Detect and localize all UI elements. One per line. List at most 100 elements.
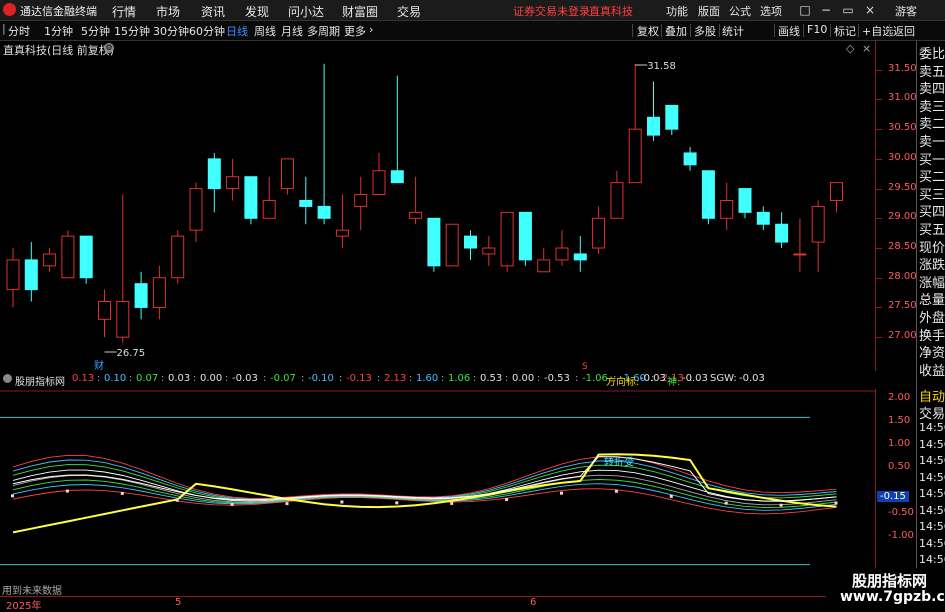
btn-back[interactable]: 返回 — [893, 23, 915, 39]
candle-body — [811, 205, 825, 243]
tab-1min[interactable]: 1分钟 — [44, 23, 73, 39]
menu-ask-xiaoda[interactable]: 问小达 — [288, 3, 324, 20]
god-label: 神: — [667, 377, 681, 388]
candle-body — [262, 199, 276, 219]
btn-mark[interactable]: 标记 — [834, 23, 856, 39]
menu-options[interactable]: 选项 — [760, 3, 782, 19]
indicator-chart[interactable]: 转折受 — [0, 389, 875, 594]
price-tick-label: 29.50 — [888, 181, 917, 193]
menu-news[interactable]: 资讯 — [201, 3, 225, 20]
message-icon[interactable]: □ — [797, 3, 813, 17]
btn-f10[interactable]: F10 — [807, 23, 827, 36]
indicator-axis: 2.00 1.50 1.00 0.50 -0.50 -1.00 -0.15 — [875, 389, 916, 594]
tab-monthly[interactable]: 月线 — [281, 23, 303, 39]
menu-formula[interactable]: 公式 — [729, 3, 751, 19]
price-tick — [876, 248, 882, 249]
event-marker-s[interactable]: S — [582, 362, 588, 371]
indicator-dot — [560, 491, 563, 495]
quote-panel: 委比 卖五 卖四 卖三 卖二 卖一 买一 买二 买三 买四 买五 现价 涨跌 涨幅 总量 外盘 换手 净资 收益 自动… — [916, 41, 945, 609]
indicator-level-value: 0.07 — [136, 373, 159, 384]
date-label-may: 5 — [175, 597, 182, 608]
candle-body — [628, 128, 642, 184]
more-chevron-icon[interactable]: › — [369, 23, 373, 36]
tab-daily[interactable]: 日线 — [226, 23, 248, 39]
minimize-icon[interactable]: − — [818, 3, 834, 17]
price-tick — [876, 307, 882, 309]
quote-field-label: 总量 — [919, 293, 945, 309]
price-tick — [876, 337, 882, 339]
candle-body — [500, 211, 514, 267]
menu-wealth-circle[interactable]: 财富圈 — [342, 3, 378, 20]
indicator-dot — [11, 494, 14, 498]
menu-function[interactable]: 功能 — [666, 3, 688, 19]
toolbar-divider — [719, 24, 720, 37]
price-tick — [876, 218, 882, 220]
menu-discover[interactable]: 发现 — [245, 3, 269, 20]
maximize-icon[interactable]: ▭ — [840, 3, 856, 17]
indicator-level-value: -0.07 — [270, 373, 296, 384]
btn-draw[interactable]: 画线 — [778, 23, 800, 39]
quote-field-label: 净资 — [919, 346, 945, 362]
quote-field-label: 收益 — [919, 363, 945, 379]
indicator-settings-icon[interactable] — [3, 374, 12, 383]
indicator-level-value: -0.10 — [308, 373, 334, 384]
price-tick-label: 27.50 — [888, 300, 917, 312]
tab-5min[interactable]: 5分钟 — [81, 23, 110, 39]
price-axis: 31.50 31.00 30.50 30.00 29.50 29.00 28.50 28.00… — [875, 41, 917, 371]
watermark: 股朋指标网 www.7gpzb.com — [826, 568, 945, 609]
candle-body — [701, 170, 715, 219]
menu-trade[interactable]: 交易 — [397, 3, 421, 20]
indicator-name[interactable]: 股朋指标网 — [15, 373, 65, 388]
indicator-dot — [395, 501, 399, 505]
toolbar-divider — [858, 24, 859, 37]
candle-body — [793, 253, 807, 256]
menu-quotes[interactable]: 行情 — [112, 3, 136, 20]
indicator-current-value: -0.15 — [877, 490, 909, 502]
indicator-dot — [285, 502, 289, 506]
indicator-annotation: 转折受 — [604, 456, 634, 469]
trade-label[interactable]: 交易 — [919, 403, 945, 422]
candle-body — [720, 199, 734, 219]
candle-body — [24, 259, 38, 291]
close-icon[interactable]: × — [862, 3, 878, 17]
sgw-label: SGW: — [710, 373, 737, 384]
candle-body — [98, 300, 111, 320]
quote-field-label: 现价 — [919, 240, 945, 256]
tab-30min[interactable]: 30分钟 — [153, 23, 189, 39]
price-tick — [876, 99, 882, 101]
btn-adjust[interactable]: 复权 — [637, 23, 659, 39]
menu-layout[interactable]: 版面 — [698, 3, 720, 19]
quote-field-label: 买一 — [919, 152, 945, 168]
tick-time-label: 14:56 — [919, 553, 945, 566]
date-label-year: 2025年 — [6, 601, 42, 612]
menu-market[interactable]: 市场 — [156, 3, 180, 20]
candle-body — [464, 235, 477, 249]
event-marker-cai[interactable]: 财 — [94, 359, 104, 371]
toolbar-divider — [774, 24, 775, 37]
indicator-dot — [779, 503, 783, 507]
btn-stats[interactable]: 统计 — [722, 23, 744, 39]
indicator-dot — [65, 489, 69, 493]
candle-body — [409, 211, 423, 219]
sgw-value: -0.03 — [739, 373, 765, 384]
tab-more[interactable]: 更多 — [344, 23, 366, 39]
tab-weekly[interactable]: 周线 — [254, 23, 276, 39]
user-guest[interactable]: 游客 — [895, 3, 917, 19]
toolbar-divider — [803, 24, 804, 37]
indicator-dot — [669, 494, 673, 498]
btn-multi-stock[interactable]: 多股 — [694, 23, 716, 39]
candle-body — [390, 170, 404, 184]
indicator-tick-label: 1.00 — [888, 438, 911, 449]
quote-field-label: 换手 — [919, 328, 945, 344]
price-tick — [876, 129, 882, 131]
candle-body — [537, 259, 551, 273]
candlestick-chart[interactable]: 31.58 26.75 财 S — [0, 41, 875, 371]
trade-login-notice[interactable]: 证券交易未登录 — [513, 3, 590, 19]
toolbar-divider — [661, 24, 662, 37]
tab-timeshare[interactable]: 分时 — [8, 23, 30, 39]
tab-15min[interactable]: 15分钟 — [114, 23, 150, 39]
tab-60min[interactable]: 60分钟 — [189, 23, 225, 39]
btn-overlay[interactable]: 叠加 — [665, 23, 687, 39]
tab-multi-period[interactable]: 多周期 — [307, 23, 340, 39]
candle-body — [518, 211, 532, 261]
